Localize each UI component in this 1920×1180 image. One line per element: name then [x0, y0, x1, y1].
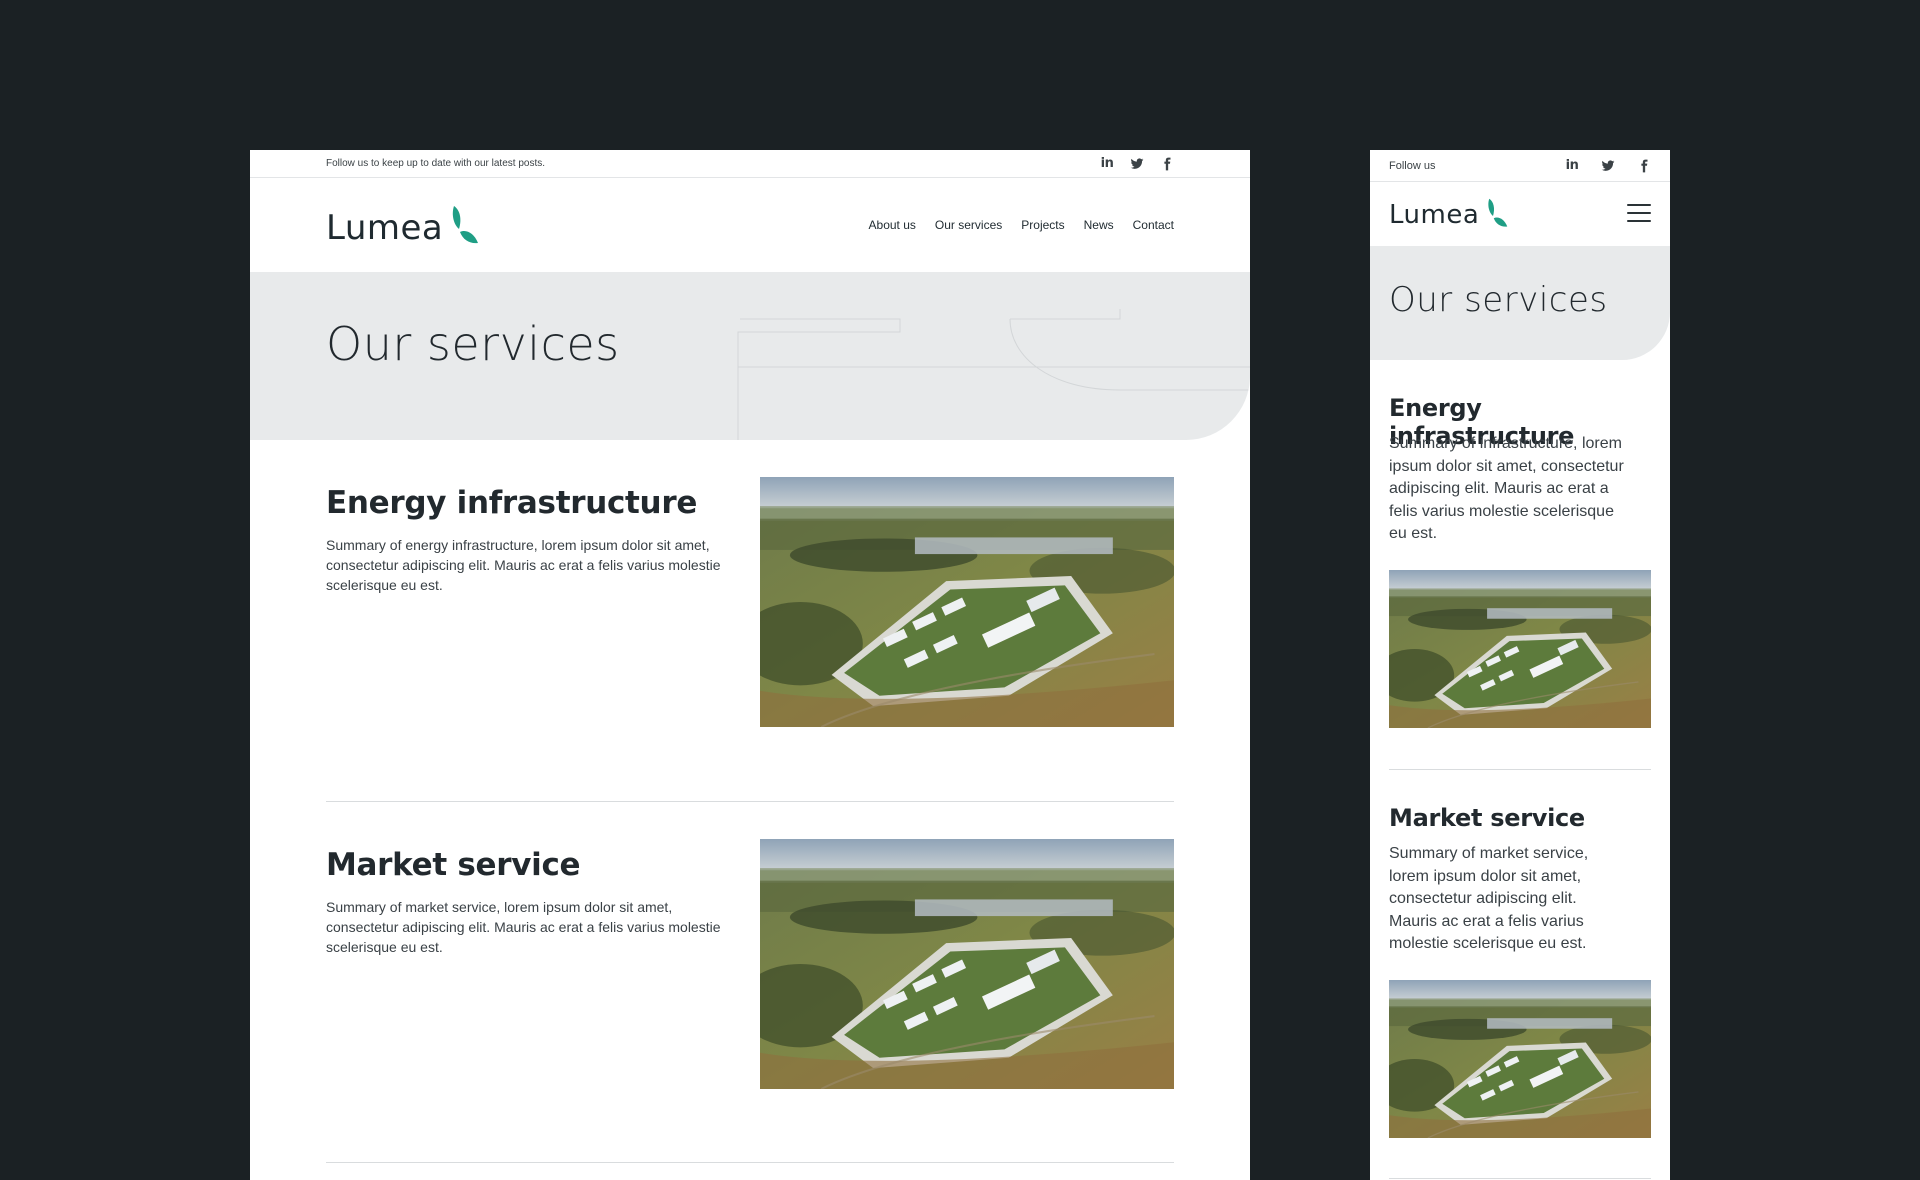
topbar: Follow us to keep up to date with our la…	[250, 150, 1250, 178]
service-section: Energy infrastructure Summary of energy …	[250, 485, 1250, 785]
linkedin-icon[interactable]: in	[1100, 156, 1114, 171]
social-links: in	[1565, 158, 1651, 173]
logo-wordmark: Lumea	[326, 208, 444, 248]
desktop-page-mockup: Follow us to keep up to date with our la…	[250, 150, 1250, 1180]
leaf-logo-icon	[1486, 198, 1509, 228]
facebook-icon[interactable]	[1160, 157, 1174, 171]
twitter-icon[interactable]	[1601, 159, 1615, 173]
page-title: Our services	[326, 317, 620, 371]
aerial-facility-photo[interactable]	[1389, 570, 1651, 728]
service-title: Market service	[1389, 804, 1585, 832]
service-summary: Summary of market service, lorem ipsum d…	[326, 899, 721, 955]
section-divider	[326, 801, 1174, 802]
logo[interactable]: Lumea	[1389, 198, 1509, 228]
section-divider	[326, 1162, 1174, 1163]
site-header: Lumea	[1370, 182, 1670, 244]
hamburger-menu-icon[interactable]	[1627, 204, 1651, 222]
logo-wordmark: Lumea	[1389, 200, 1480, 230]
nav-contact[interactable]: Contact	[1133, 218, 1174, 232]
section-divider	[1389, 769, 1651, 770]
nav-our-services[interactable]: Our services	[935, 218, 1002, 232]
service-section: Market service Summary of market service…	[1370, 804, 1670, 1164]
service-summary: Summary of market service, lorem ipsum d…	[1389, 845, 1589, 952]
aerial-facility-photo[interactable]	[1389, 980, 1651, 1138]
aerial-facility-photo[interactable]	[760, 477, 1174, 727]
main-nav: About us Our services Projects News Cont…	[869, 218, 1174, 232]
topbar-follow-text: Follow us	[1389, 159, 1436, 172]
logo[interactable]: Lumea	[326, 205, 480, 245]
topbar: Follow us in	[1370, 150, 1670, 182]
service-summary: Summary of energy infrastructure, lorem …	[326, 537, 721, 593]
linkedin-icon[interactable]: in	[1565, 158, 1579, 173]
nav-news[interactable]: News	[1084, 218, 1114, 232]
page-hero: Our services	[1370, 246, 1670, 360]
twitter-icon[interactable]	[1130, 157, 1144, 171]
social-links: in	[1100, 156, 1174, 171]
service-summary: Summary of infrastructure, lorem ipsum d…	[1389, 435, 1624, 542]
service-title: Market service	[326, 847, 581, 883]
service-title: Energy infrastructure	[326, 485, 698, 521]
aerial-facility-photo[interactable]	[760, 839, 1174, 1089]
facebook-icon[interactable]	[1637, 159, 1651, 173]
topbar-follow-text: Follow us to keep up to date with our la…	[326, 158, 546, 169]
page-title: Our services	[1389, 280, 1608, 320]
leaf-logo-icon	[450, 205, 480, 245]
site-header: Lumea About us Our services Projects New…	[250, 178, 1250, 272]
section-divider	[1389, 1178, 1651, 1179]
mobile-page-mockup: Follow us in Lumea Our services Energy i…	[1370, 150, 1670, 1180]
service-section: Energy infrastructure Summary of infrast…	[1370, 394, 1670, 754]
nav-about-us[interactable]: About us	[869, 218, 916, 232]
service-section: Market service Summary of market service…	[250, 847, 1250, 1147]
page-hero: Our services	[250, 272, 1250, 440]
nav-projects[interactable]: Projects	[1021, 218, 1064, 232]
